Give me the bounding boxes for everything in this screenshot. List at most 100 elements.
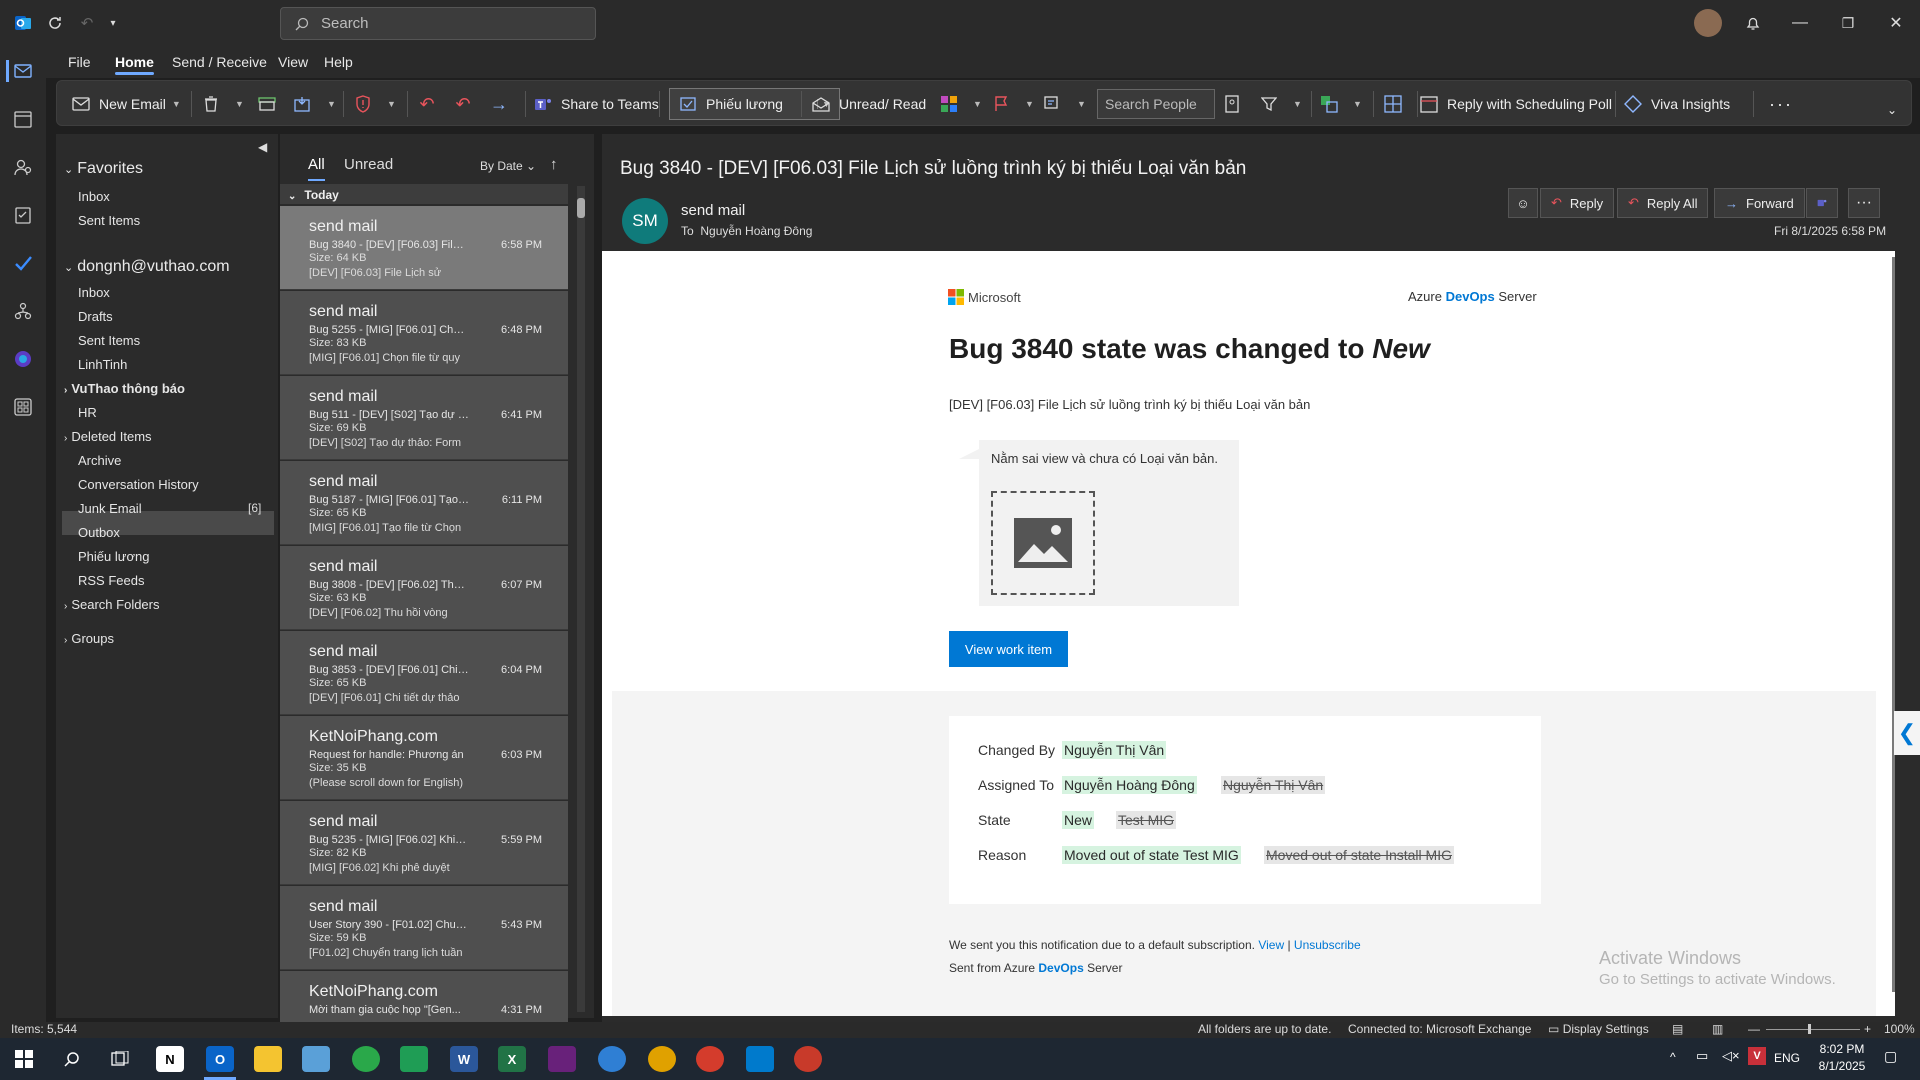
- profile-avatar[interactable]: [1694, 9, 1722, 37]
- notification-center-icon[interactable]: ▢: [1884, 1048, 1897, 1065]
- vscode-icon[interactable]: [746, 1046, 774, 1072]
- visual-studio-icon[interactable]: [548, 1046, 576, 1072]
- message-list-item[interactable]: send mail Bug 5235 - [MIG] [F06.02] Khi p…: [280, 801, 568, 885]
- message-list-item[interactable]: send mail Bug 511 - [DEV] [S02] Tạo dự th…: [280, 376, 568, 460]
- message-list-item[interactable]: send mail Bug 3840 - [DEV] [F06.03] File …: [280, 206, 568, 290]
- folder-rss-feeds[interactable]: RSS Feeds: [78, 573, 144, 588]
- close-button[interactable]: ✕: [1876, 10, 1916, 36]
- calendar-icon[interactable]: [12, 108, 34, 130]
- reply-button[interactable]: ↶ Reply: [1540, 188, 1615, 218]
- sender-avatar[interactable]: SM: [622, 198, 668, 244]
- file-explorer-icon[interactable]: [254, 1046, 282, 1072]
- tasks-icon[interactable]: [12, 204, 34, 226]
- filter-all-tab[interactable]: All: [308, 156, 325, 173]
- footer-view-link[interactable]: View: [1258, 938, 1284, 952]
- forward-button[interactable]: → Forward: [1714, 188, 1805, 218]
- minimize-button[interactable]: —: [1780, 10, 1820, 36]
- collapse-pane-icon[interactable]: ◀: [258, 140, 267, 154]
- body-scrollbar[interactable]: [1892, 257, 1895, 992]
- tab-view[interactable]: View: [278, 54, 308, 70]
- sort-direction-icon[interactable]: ↑: [550, 156, 558, 173]
- favorite-inbox[interactable]: Inbox: [78, 189, 110, 204]
- message-list-item[interactable]: send mail Bug 3853 - [DEV] [F06.01] Chi t…: [280, 631, 568, 715]
- group-header-today[interactable]: ⌄ Today: [280, 184, 568, 204]
- list-scrollbar-thumb[interactable]: [577, 198, 585, 218]
- folder-linhtinh[interactable]: LinhTinh: [78, 357, 127, 372]
- collapse-ribbon-icon[interactable]: ⌄: [1887, 95, 1897, 125]
- clock-time[interactable]: 8:02 PM: [1812, 1042, 1872, 1056]
- outlook-app-icon[interactable]: O: [206, 1046, 234, 1072]
- zoom-in-icon[interactable]: +: [1864, 1022, 1871, 1036]
- notepad-icon[interactable]: [400, 1046, 428, 1072]
- list-scrollbar[interactable]: [577, 186, 585, 1012]
- delete-button[interactable]: ▼: [201, 89, 244, 119]
- zoom-out-icon[interactable]: —: [1748, 1022, 1760, 1036]
- folder-junk-email[interactable]: Junk Email: [78, 501, 142, 516]
- folder-archive[interactable]: Archive: [78, 453, 121, 468]
- work-item-title[interactable]: [DEV] [F06.03] File Lịch sử luồng trình …: [949, 397, 1310, 412]
- undo-icon[interactable]: ↶: [76, 12, 98, 34]
- folder-conversation-history[interactable]: Conversation History: [78, 477, 199, 492]
- reading-view-icon[interactable]: ▥: [1712, 1022, 1723, 1036]
- folder-outbox[interactable]: Outbox: [78, 525, 120, 540]
- filter-unread-tab[interactable]: Unread: [344, 156, 393, 173]
- folder-sent-items[interactable]: Sent Items: [78, 333, 140, 348]
- viva-insights-button[interactable]: Viva Insights: [1623, 89, 1730, 119]
- display-settings-button[interactable]: ▭ Display Settings: [1548, 1022, 1649, 1036]
- search-people-input[interactable]: Search People: [1097, 89, 1215, 119]
- task-view-icon[interactable]: [106, 1046, 134, 1072]
- chrome-profile-3-icon[interactable]: [696, 1046, 724, 1072]
- reply-all-icon[interactable]: ↶: [453, 89, 481, 119]
- sort-by-date-button[interactable]: By Date ⌄: [480, 159, 536, 173]
- rules-button[interactable]: ▼: [1043, 89, 1086, 119]
- tab-help[interactable]: Help: [324, 54, 353, 70]
- view-work-item-button[interactable]: View work item: [949, 631, 1068, 667]
- word-icon[interactable]: W: [450, 1046, 478, 1072]
- search-icon[interactable]: [58, 1046, 86, 1072]
- excel-icon[interactable]: X: [498, 1046, 526, 1072]
- remote-desktop-icon[interactable]: [598, 1046, 626, 1072]
- zoom-slider[interactable]: [1766, 1029, 1860, 1030]
- teams-share-icon[interactable]: [1806, 188, 1838, 218]
- tab-file[interactable]: File: [68, 54, 91, 70]
- tab-send-receive[interactable]: Send / Receive: [172, 54, 267, 70]
- favorite-sent-items[interactable]: Sent Items: [78, 213, 140, 228]
- filter-email-button[interactable]: ▼: [1259, 89, 1302, 119]
- folder-inbox[interactable]: Inbox: [78, 285, 110, 300]
- org-explorer-icon[interactable]: [12, 300, 34, 322]
- message-list-item[interactable]: send mail Bug 5187 - [MIG] [F06.01] Tạo f…: [280, 461, 568, 545]
- normal-view-icon[interactable]: ▤: [1672, 1022, 1683, 1036]
- new-email-button[interactable]: New Email ▼: [71, 89, 181, 119]
- people-icon[interactable]: [12, 156, 34, 178]
- folder-deleted-items[interactable]: › Deleted Items: [64, 429, 152, 444]
- favorites-header[interactable]: ⌄ Favorites: [64, 160, 143, 178]
- folder-search-folders[interactable]: › Search Folders: [64, 597, 160, 612]
- chrome-profile-2-icon[interactable]: [648, 1046, 676, 1072]
- more-actions-icon[interactable]: ···: [1848, 188, 1880, 218]
- unread-read-button[interactable]: Unread/ Read: [811, 89, 926, 119]
- message-list-item[interactable]: send mail User Story 390 - [F01.02] Chuyể…: [280, 886, 568, 970]
- windows-start-icon[interactable]: [10, 1046, 38, 1072]
- folder-drafts[interactable]: Drafts: [78, 309, 113, 324]
- chrome-profile-4-icon[interactable]: [794, 1046, 822, 1072]
- network-app-icon[interactable]: [302, 1046, 330, 1072]
- more-ribbon-options-icon[interactable]: ···: [1769, 89, 1793, 119]
- folder-vuthao-thong-bao[interactable]: › VuThao thông báo: [64, 381, 185, 396]
- sync-icon[interactable]: [44, 12, 66, 34]
- share-to-teams-button[interactable]: Share to Teams: [533, 89, 659, 119]
- all-apps-button[interactable]: [1383, 89, 1411, 119]
- input-language[interactable]: ENG: [1774, 1051, 1800, 1065]
- sender-name[interactable]: send mail: [681, 202, 745, 219]
- address-book-icon[interactable]: [1225, 89, 1239, 119]
- flag-button[interactable]: ▼: [991, 89, 1034, 119]
- forward-icon[interactable]: →: [489, 89, 517, 119]
- folder-hr[interactable]: HR: [78, 405, 97, 420]
- mail-icon[interactable]: [6, 60, 36, 82]
- todo-icon[interactable]: [12, 252, 34, 274]
- vietnamese-input-icon[interactable]: V: [1748, 1047, 1766, 1065]
- read-aloud-button[interactable]: ▼: [1319, 89, 1362, 119]
- report-button[interactable]: ▼: [353, 89, 396, 119]
- zoom-slider-thumb[interactable]: [1808, 1024, 1811, 1034]
- recipient-name[interactable]: Nguyễn Hoàng Đông: [700, 224, 812, 238]
- categorize-button[interactable]: ▼: [939, 89, 982, 119]
